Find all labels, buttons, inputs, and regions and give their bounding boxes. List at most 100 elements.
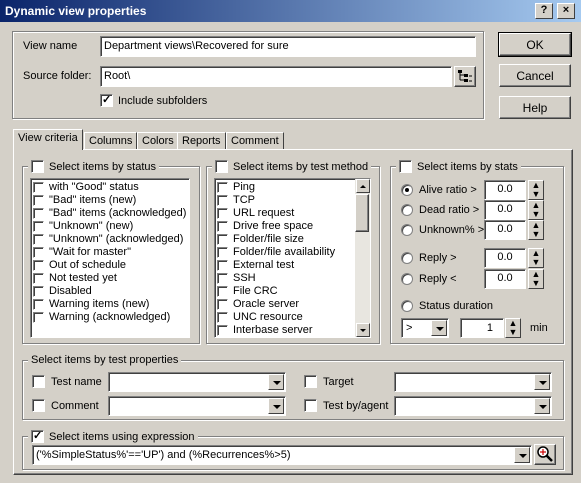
item-checkbox[interactable] <box>217 234 228 245</box>
chevron-down-icon[interactable] <box>534 374 550 390</box>
method-group-checkbox[interactable] <box>215 160 228 173</box>
comment-checkbox[interactable] <box>32 399 45 412</box>
tab-comment[interactable]: Comment <box>226 132 284 150</box>
stats-row-reply-gt[interactable]: Reply > <box>401 252 457 264</box>
list-item[interactable]: Drive free space <box>215 220 370 233</box>
stats-row-reply-lt[interactable]: Reply < <box>401 273 457 285</box>
item-checkbox[interactable] <box>217 208 228 219</box>
stats-row-duration[interactable]: Status duration <box>401 300 493 312</box>
cancel-button[interactable]: Cancel <box>499 64 571 87</box>
unknown-percent-radio[interactable] <box>401 224 413 236</box>
stats-row-alive[interactable]: Alive ratio > <box>401 184 477 196</box>
item-checkbox[interactable] <box>33 312 44 323</box>
scroll-thumb[interactable] <box>355 194 369 232</box>
item-checkbox[interactable] <box>217 260 228 271</box>
item-checkbox[interactable] <box>33 221 44 232</box>
chevron-down-icon[interactable] <box>514 447 530 463</box>
item-checkbox[interactable] <box>33 247 44 258</box>
source-folder-input[interactable]: Root\ <box>100 66 452 87</box>
list-item[interactable]: Not tested yet <box>31 272 189 285</box>
target-select[interactable] <box>394 372 552 392</box>
list-item[interactable]: Out of schedule <box>31 259 189 272</box>
test-name-checkbox[interactable] <box>32 375 45 388</box>
comment-select[interactable] <box>108 396 286 416</box>
comment-row[interactable]: Comment <box>32 399 99 412</box>
list-item[interactable]: Folder/file size <box>215 233 370 246</box>
list-item[interactable]: External test <box>215 259 370 272</box>
item-checkbox[interactable] <box>33 234 44 245</box>
alive-ratio-spinner[interactable]: ▲ ▼ <box>528 180 544 200</box>
chevron-down-icon[interactable] <box>268 398 284 414</box>
stats-group-checkbox[interactable] <box>399 160 412 173</box>
item-checkbox[interactable] <box>33 273 44 284</box>
list-item[interactable]: "Wait for master" <box>31 246 189 259</box>
list-item[interactable]: "Unknown" (new) <box>31 220 189 233</box>
reply-gt-radio[interactable] <box>401 252 413 264</box>
list-item[interactable]: Ping <box>215 181 370 194</box>
list-item[interactable]: TCP <box>215 194 370 207</box>
unknown-percent-input[interactable]: 0.0 <box>484 220 526 240</box>
browse-folder-button[interactable] <box>454 66 476 87</box>
method-list[interactable]: Ping TCP URL request Drive free space Fo… <box>214 178 371 338</box>
status-list[interactable]: with "Good" status "Bad" items (new) "Ba… <box>30 178 190 338</box>
item-checkbox[interactable] <box>33 260 44 271</box>
list-item[interactable]: Oracle server <box>215 298 370 311</box>
list-item[interactable]: Interbase server <box>215 324 370 337</box>
item-checkbox[interactable] <box>217 195 228 206</box>
help-button[interactable]: Help <box>499 96 571 119</box>
item-checkbox[interactable] <box>33 299 44 310</box>
reply-lt-radio[interactable] <box>401 273 413 285</box>
item-checkbox[interactable] <box>217 312 228 323</box>
expression-checkbox[interactable] <box>31 429 44 443</box>
reply-gt-input[interactable]: 0.0 <box>484 248 526 268</box>
tab-columns[interactable]: Columns <box>84 132 138 150</box>
item-checkbox[interactable] <box>217 247 228 258</box>
tab-colors[interactable]: Colors <box>137 132 179 150</box>
list-item[interactable]: File CRC <box>215 285 370 298</box>
item-checkbox[interactable] <box>217 299 228 310</box>
list-item[interactable]: UNC resource <box>215 311 370 324</box>
list-item[interactable]: Disabled <box>31 285 189 298</box>
list-item[interactable]: Warning items (new) <box>31 298 189 311</box>
alive-ratio-radio[interactable] <box>401 184 413 196</box>
close-button[interactable]: × <box>557 3 575 19</box>
expression-input[interactable]: ('%SimpleStatus%'=='UP') and (%Recurrenc… <box>32 445 532 465</box>
scroll-up-button[interactable] <box>356 179 370 193</box>
item-checkbox[interactable] <box>33 286 44 297</box>
list-item[interactable]: "Unknown" (acknowledged) <box>31 233 189 246</box>
list-item[interactable]: URL request <box>215 207 370 220</box>
test-by-agent-row[interactable]: Test by/agent <box>304 399 388 412</box>
status-duration-radio[interactable] <box>401 300 413 312</box>
test-by-agent-checkbox[interactable] <box>304 399 317 412</box>
item-checkbox[interactable] <box>217 182 228 193</box>
method-list-scrollbar[interactable] <box>355 179 370 337</box>
view-name-input[interactable]: Department views\Recovered for sure <box>100 36 476 57</box>
item-checkbox[interactable] <box>217 286 228 297</box>
duration-spinner[interactable]: ▲ ▼ <box>505 318 521 338</box>
list-item[interactable]: Warning (acknowledged) <box>31 311 189 324</box>
item-checkbox[interactable] <box>33 208 44 219</box>
target-row[interactable]: Target <box>304 375 354 388</box>
item-checkbox[interactable] <box>33 195 44 206</box>
dead-ratio-spinner[interactable]: ▲ ▼ <box>528 200 544 220</box>
include-subfolders-checkbox[interactable] <box>100 93 113 107</box>
item-checkbox[interactable] <box>217 325 228 336</box>
reply-gt-spinner[interactable]: ▲ ▼ <box>528 248 544 268</box>
stats-row-unknown[interactable]: Unknown% > <box>401 224 484 236</box>
list-item[interactable]: "Bad" items (new) <box>31 194 189 207</box>
tab-view-criteria[interactable]: View criteria <box>13 129 83 150</box>
item-checkbox[interactable] <box>217 221 228 232</box>
scroll-down-button[interactable] <box>356 323 370 337</box>
unknown-percent-spinner[interactable]: ▲ ▼ <box>528 220 544 240</box>
chevron-down-icon[interactable] <box>431 320 447 336</box>
expression-builder-button[interactable] <box>534 444 556 465</box>
tab-reports[interactable]: Reports <box>177 132 226 150</box>
list-item[interactable]: Folder/file availability <box>215 246 370 259</box>
item-checkbox[interactable] <box>217 273 228 284</box>
test-name-select[interactable] <box>108 372 286 392</box>
item-checkbox[interactable] <box>33 182 44 193</box>
list-item[interactable]: "Bad" items (acknowledged) <box>31 207 189 220</box>
chevron-down-icon[interactable] <box>268 374 284 390</box>
test-by-agent-select[interactable] <box>394 396 552 416</box>
reply-lt-spinner[interactable]: ▲ ▼ <box>528 269 544 289</box>
